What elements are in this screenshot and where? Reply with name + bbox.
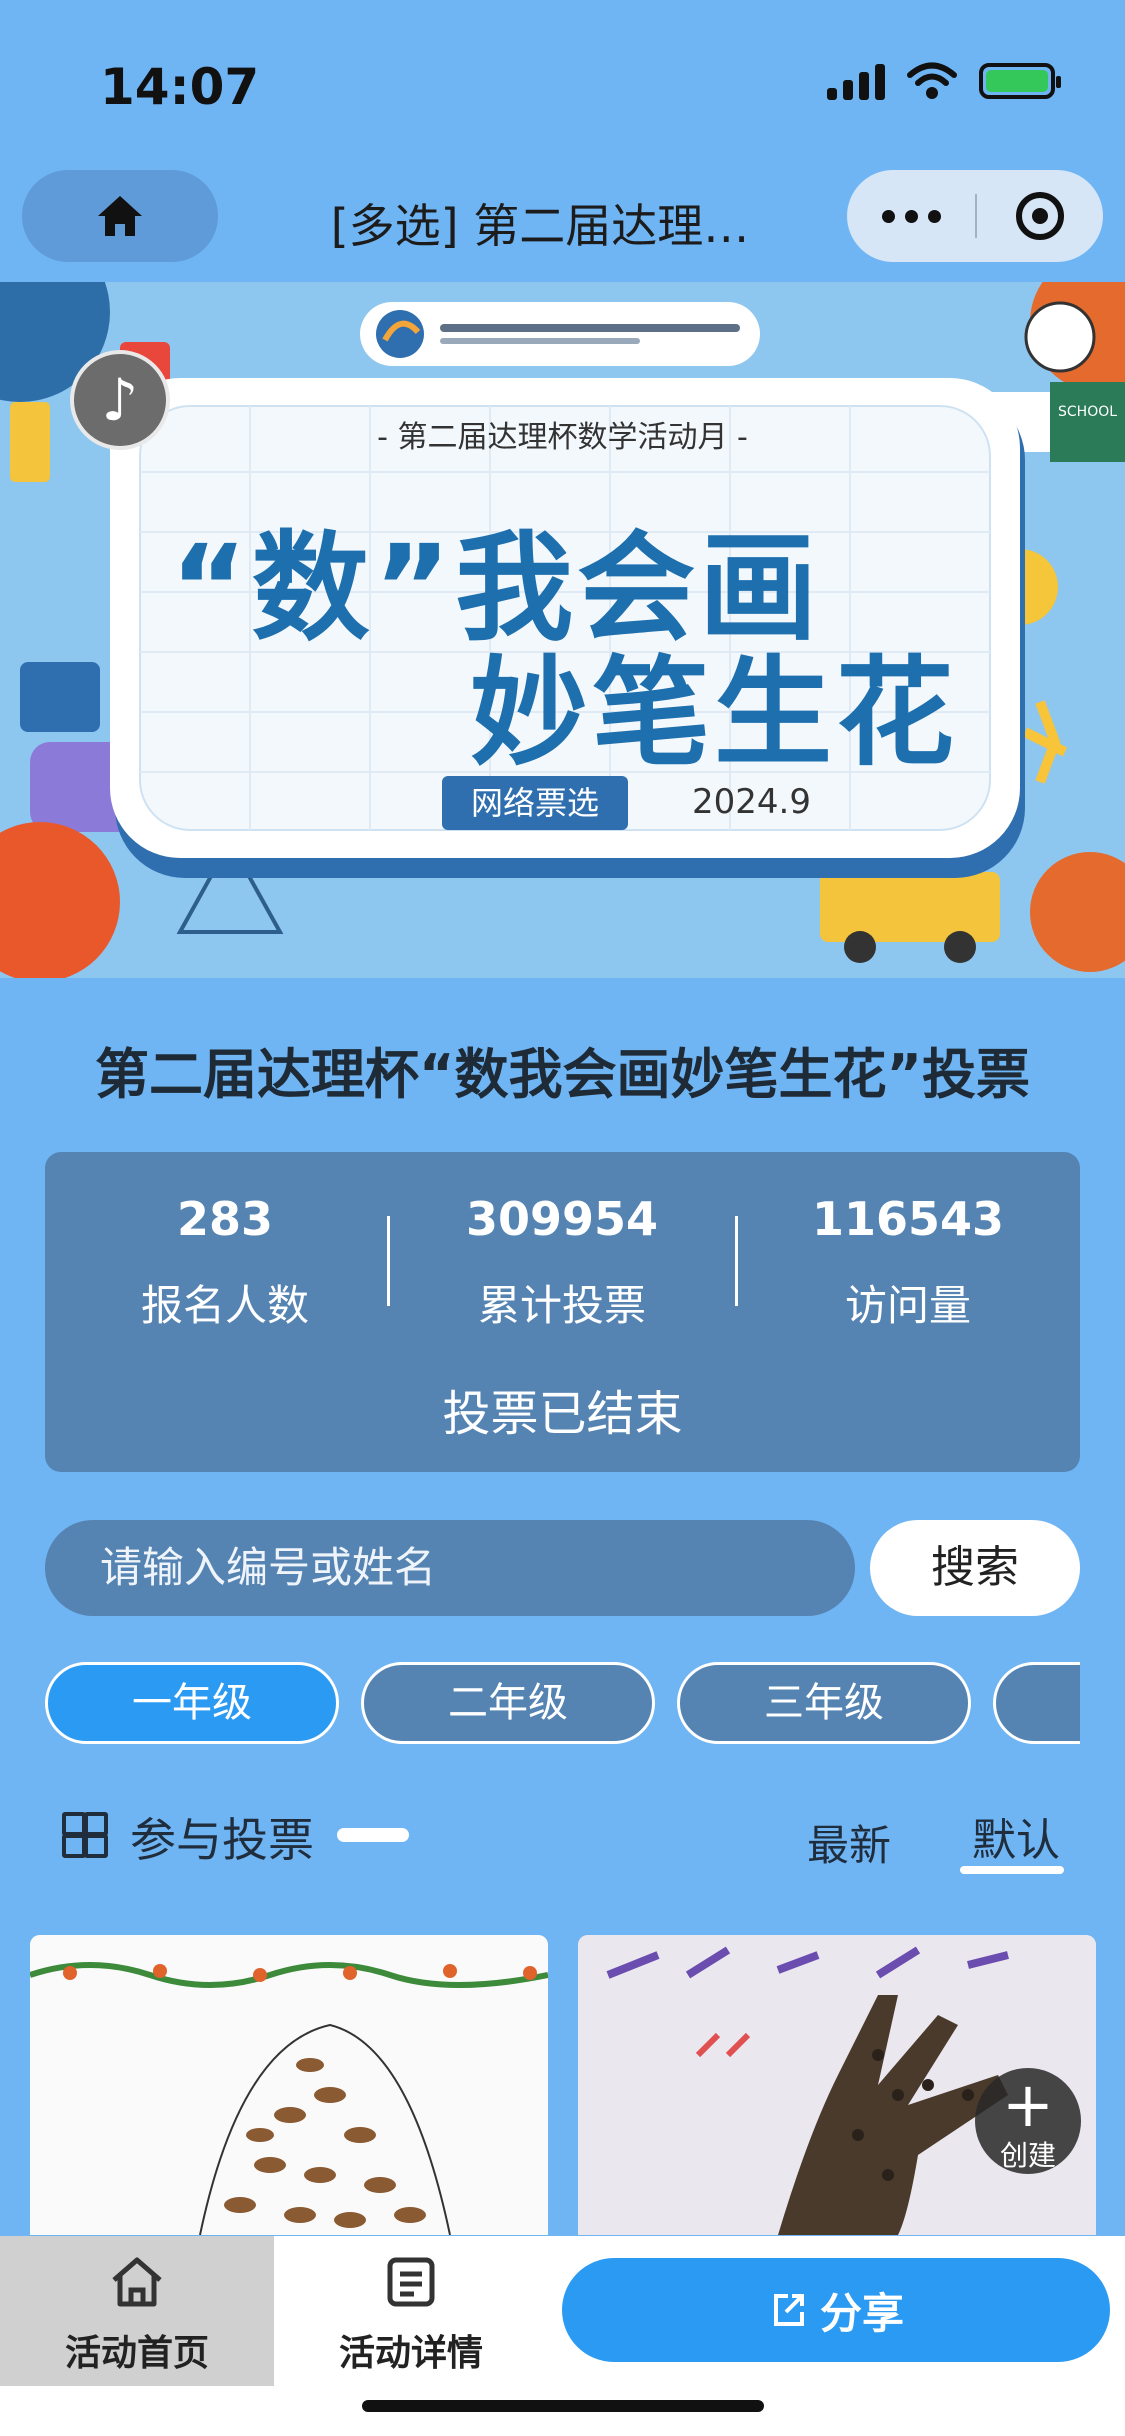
music-toggle-button[interactable]: ♪ — [70, 350, 170, 450]
more-button[interactable] — [847, 170, 975, 262]
sort-active-underline — [960, 1866, 1064, 1874]
create-button[interactable]: + 创建 — [975, 2068, 1081, 2174]
wifi-icon — [907, 62, 957, 99]
tab-activity-home-label: 活动首页 — [64, 2333, 209, 2374]
tab-activity-details-label: 活动详情 — [338, 2333, 483, 2374]
search-button[interactable]: 搜索 — [870, 1520, 1080, 1616]
vote-status: 投票已结束 — [442, 1386, 683, 1442]
sort-latest-tab[interactable]: 最新 — [807, 1812, 891, 1873]
stat-registrants: 283 报名人数 — [75, 1192, 375, 1333]
share-icon — [773, 2294, 804, 2326]
section-title-bar — [337, 1828, 409, 1842]
status-bar: 14:07 — [0, 0, 1125, 170]
tab-activity-details[interactable]: 活动详情 — [274, 2236, 548, 2386]
stat-registrants-label: 报名人数 — [140, 1281, 309, 1330]
stat-visits: 116543 访问量 — [758, 1192, 1058, 1333]
banner-date: 2024.9 — [692, 782, 811, 822]
home-indicator — [362, 2400, 764, 2412]
section-header: 参与投票 最新 默认 — [62, 1800, 1072, 1880]
search-input[interactable]: 请输入编号或姓名 — [45, 1520, 855, 1616]
stat-total-votes: 309954 累计投票 — [412, 1192, 712, 1333]
home-outline-icon — [112, 2257, 162, 2307]
grade-tabs: 一年级 二年级 三年级 — [45, 1662, 1080, 1748]
status-time: 14:07 — [100, 58, 260, 116]
stat-visits-label: 访问量 — [844, 1281, 971, 1330]
battery-icon — [979, 63, 1061, 99]
stat-total-votes-label: 累计投票 — [477, 1281, 646, 1330]
activity-title: 第二届达理杯“数我会画妙笔生花”投票 — [95, 1043, 1030, 1106]
section-title: 参与投票 — [130, 1813, 314, 1867]
share-button[interactable]: 分享 — [562, 2258, 1110, 2362]
plus-icon: + — [1002, 2068, 1054, 2141]
create-button-label: 创建 — [999, 2139, 1056, 2172]
banner-school-sign: SCHOOL — [1058, 404, 1118, 420]
banner-subtitle: - 第二届达理杯数学活动月 - — [377, 420, 748, 455]
nav-bar: [多选] 第二届达理… — [0, 170, 1125, 280]
entry-card[interactable] — [30, 1935, 548, 2235]
banner-vote-tag: 网络票选 — [442, 776, 628, 830]
tab-grade-3[interactable]: 三年级 — [677, 1662, 971, 1744]
close-button[interactable] — [977, 170, 1103, 262]
stat-divider — [735, 1216, 738, 1306]
home-icon — [98, 196, 142, 236]
mini-program-capsule — [847, 170, 1103, 262]
stat-total-votes-value: 309954 — [465, 1192, 659, 1246]
target-icon — [1016, 192, 1064, 240]
stat-divider — [387, 1216, 390, 1306]
activity-banner: - 第二届达理杯数学活动月 - “数”我会画 妙笔生花 网络票选 2024.9 … — [0, 282, 1125, 978]
home-button[interactable] — [22, 170, 218, 262]
music-note-icon: ♪ — [101, 366, 139, 434]
share-button-label: 分享 — [819, 2288, 904, 2338]
cellular-signal-icon — [827, 62, 885, 100]
tab-grade-1[interactable]: 一年级 — [45, 1662, 339, 1744]
entry-image — [30, 1935, 548, 2235]
stat-registrants-value: 283 — [176, 1192, 274, 1246]
document-icon — [387, 2257, 435, 2307]
stats-panel: 283 报名人数 309954 累计投票 116543 访问量 投票已结束 — [45, 1152, 1080, 1472]
status-icons — [827, 62, 1061, 100]
tab-activity-home[interactable]: 活动首页 — [0, 2236, 274, 2386]
tab-grade-next[interactable] — [993, 1662, 1080, 1744]
page-title: [多选] 第二届达理… — [330, 199, 750, 253]
banner-headline-line2: 妙笔生花 — [470, 644, 959, 782]
grid-icon — [62, 1812, 108, 1858]
sort-default-tab[interactable]: 默认 — [972, 1804, 1060, 1868]
tab-grade-2[interactable]: 二年级 — [361, 1662, 655, 1744]
stat-visits-value: 116543 — [811, 1192, 1005, 1246]
